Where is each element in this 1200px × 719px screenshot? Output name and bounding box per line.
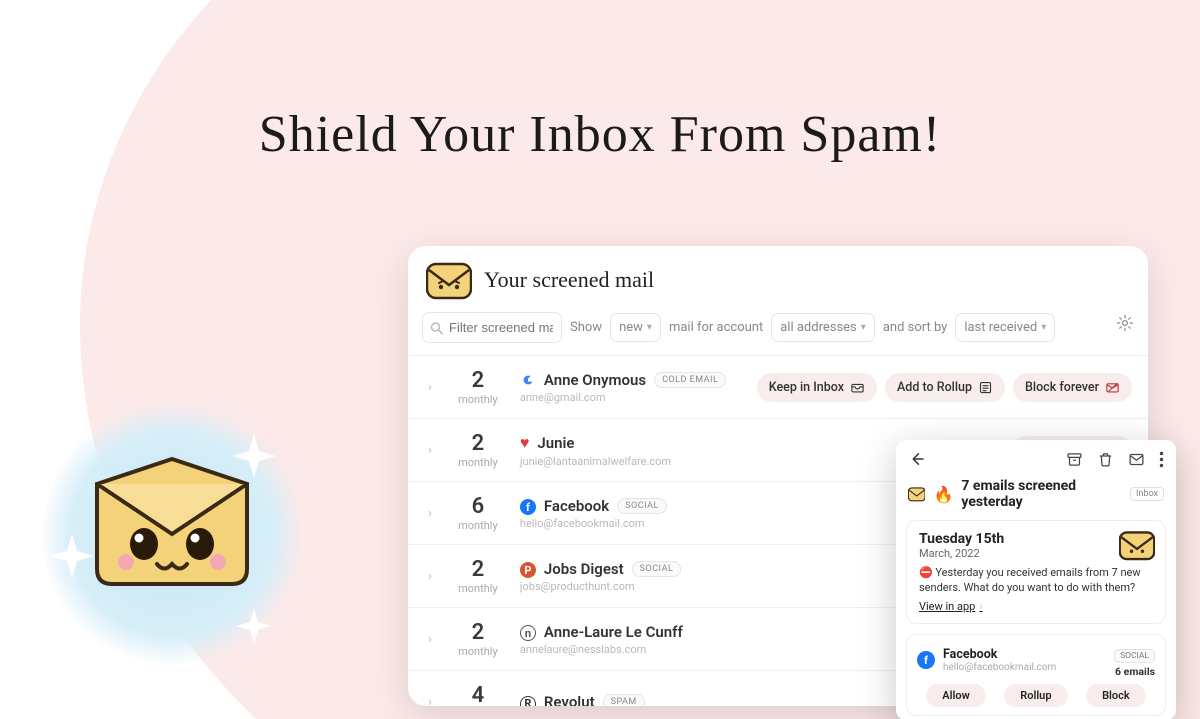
filter-label-account: mail for account [669,320,763,335]
sender-name: Anne-Laure Le Cunff [544,623,683,641]
card-sender-email: hello@facebookmail.com [943,662,1056,673]
mail-count: 2 monthly [446,431,510,469]
expand-chevron-icon[interactable]: › [424,569,436,584]
gear-icon[interactable] [1116,314,1134,332]
digest-date: Tuesday 15th [919,531,1153,547]
sender-icon: n [520,622,536,642]
archive-icon[interactable] [1066,451,1083,468]
chevron-down-icon: ▾ [861,322,866,333]
mail-count: 2 monthly [446,368,510,406]
digest-email-card: 🔥 7 emails screened yesterday Inbox Tues… [896,440,1176,719]
digest-subject: 7 emails screened yesterday [961,478,1118,510]
mail-count: 4 monthly [446,683,510,706]
sender-tag: SOCIAL [617,498,667,514]
sender-tag: SPAM [603,694,645,706]
digest-sender-card: f Facebook hello@facebookmail.com SOCIAL… [906,634,1166,716]
sender-name: Jobs Digest [544,560,624,578]
sender-name: Junie [537,434,574,452]
search-input[interactable] [422,312,562,343]
expand-chevron-icon[interactable]: › [424,632,436,647]
sender-icon: R [520,692,536,706]
filter-label-show: Show [570,320,602,335]
sender-info: Anne Onymous COLD EMAIL anne@gmail.com [520,371,747,404]
mail-row: › 2 monthly Anne Onymous COLD EMAIL anne… [408,356,1148,419]
page-headline: Shield Your Inbox From Spam! [0,105,1200,164]
mail-count: 2 monthly [446,557,510,595]
mail-count: 2 monthly [446,620,510,658]
filter-account-select[interactable]: all addresses▾ [771,313,875,342]
sender-icon [520,372,536,388]
sender-icon: P [520,559,536,579]
app-logo-icon [1119,529,1155,561]
sender-name: Anne Onymous [544,371,646,389]
mail-count: 6 monthly [446,494,510,532]
sender-icon: f [917,651,943,669]
block-button[interactable]: Block [1086,684,1146,707]
chevron-right-icon: › [979,600,982,613]
sender-name: Revolut [544,693,595,706]
sender-tag: SOCIAL [632,561,682,577]
mail-icon[interactable] [1128,451,1145,468]
card-sender-name: Facebook [943,647,1056,662]
search-icon [430,321,443,334]
panel-title: Your screened mail [484,267,654,293]
expand-chevron-icon[interactable]: › [424,380,436,395]
add-to-rollup-button[interactable]: Add to Rollup [885,373,1005,402]
trash-icon[interactable] [1097,451,1114,468]
mascot [42,404,302,664]
chevron-down-icon: ▾ [1041,322,1046,333]
sender-email: anne@gmail.com [520,391,747,404]
expand-chevron-icon[interactable]: › [424,443,436,458]
expand-chevron-icon[interactable]: › [424,695,436,707]
digest-summary: Tuesday 15th March, 2022 ⛔ Yesterday you… [906,520,1166,624]
digest-body: ⛔ Yesterday you received emails from 7 n… [919,566,1153,596]
allow-button[interactable]: Allow [926,684,985,707]
search-input-wrap [422,312,562,343]
chevron-down-icon: ▾ [647,322,652,333]
keep-in-inbox-button[interactable]: Keep in Inbox [757,373,877,402]
sender-icon: f [520,496,536,516]
app-logo-icon [426,260,472,300]
block-forever-button[interactable]: Block forever [1013,373,1132,402]
expand-chevron-icon[interactable]: › [424,506,436,521]
app-logo-icon [908,485,925,503]
filter-sort-select[interactable]: last received▾ [955,313,1055,342]
more-icon[interactable] [1159,451,1164,468]
filter-label-sort: and sort by [883,320,948,335]
rollup-button[interactable]: Rollup [1004,684,1067,707]
sender-name: Facebook [544,497,609,515]
sender-icon: ♥ [520,433,530,453]
filter-show-select[interactable]: new▾ [610,313,661,342]
filters-bar: Show new▾ mail for account all addresses… [408,306,1148,356]
card-count: 6 emails [1114,665,1155,678]
card-tag: SOCIAL [1114,649,1155,663]
digest-date-sub: March, 2022 [919,547,1153,560]
back-arrow-icon[interactable] [908,450,926,468]
fire-icon: 🔥 [933,485,953,504]
sender-tag: COLD EMAIL [654,372,726,388]
view-in-app-link[interactable]: View in app› [919,600,983,613]
inbox-badge: Inbox [1130,487,1164,501]
